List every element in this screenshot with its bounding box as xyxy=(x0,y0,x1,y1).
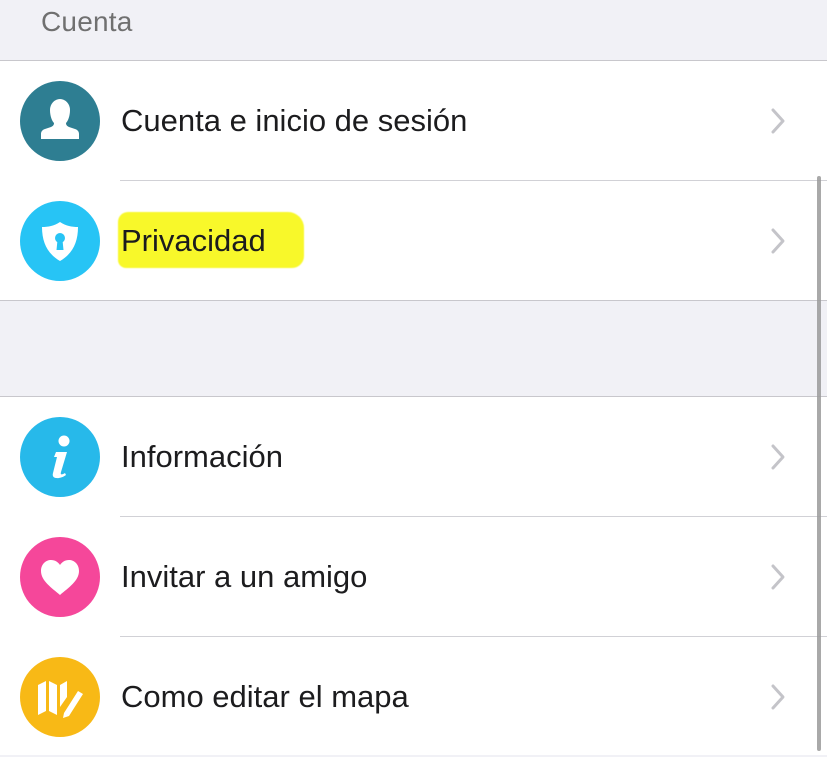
row-label: Privacidad xyxy=(121,223,266,258)
info-group: Información Invitar a un amigo Como edit… xyxy=(0,396,827,755)
info-icon xyxy=(20,417,100,497)
row-label: Invitar a un amigo xyxy=(121,559,368,594)
account-group: Cuenta e inicio de sesión Privacidad xyxy=(0,61,827,301)
map-pencil-icon xyxy=(20,657,100,737)
chevron-right-icon xyxy=(766,107,790,135)
chevron-right-icon xyxy=(766,443,790,471)
row-account-login[interactable]: Cuenta e inicio de sesión xyxy=(0,61,827,181)
row-label: Información xyxy=(121,439,283,474)
chevron-right-icon xyxy=(766,683,790,711)
row-information[interactable]: Información xyxy=(0,397,827,517)
shield-keyhole-icon xyxy=(20,201,100,281)
row-label: Como editar el mapa xyxy=(121,679,409,714)
section-title: Cuenta xyxy=(41,6,133,37)
section-header: Cuenta xyxy=(0,0,827,61)
person-icon xyxy=(20,81,100,161)
row-privacy[interactable]: Privacidad xyxy=(0,181,827,301)
heart-icon xyxy=(20,537,100,617)
chevron-right-icon xyxy=(766,563,790,591)
row-edit-map[interactable]: Como editar el mapa xyxy=(0,637,827,757)
scrollbar[interactable] xyxy=(817,176,821,751)
row-label: Cuenta e inicio de sesión xyxy=(121,103,468,138)
chevron-right-icon xyxy=(766,227,790,255)
row-invite-friend[interactable]: Invitar a un amigo xyxy=(0,517,827,637)
